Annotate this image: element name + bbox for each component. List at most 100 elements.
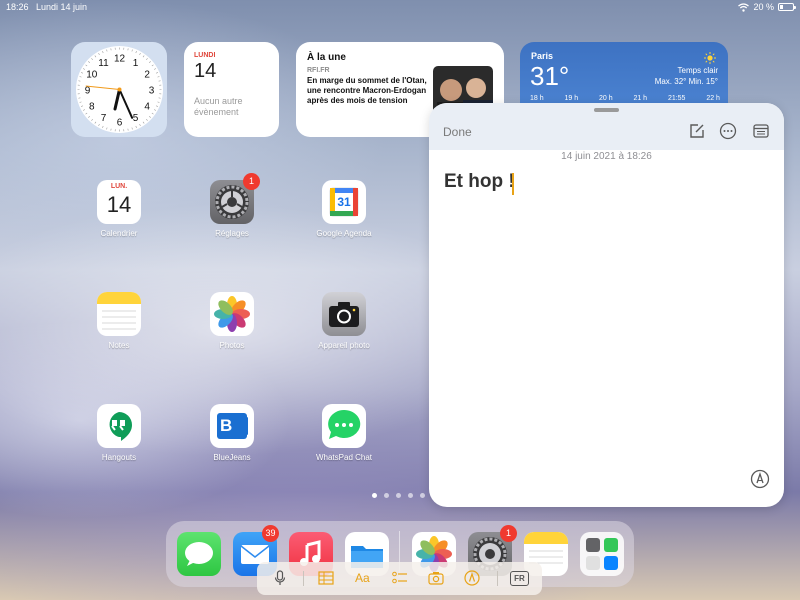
app-hangouts[interactable]: Hangouts [79,404,159,462]
clock-numeral: 3 [149,86,155,97]
hangouts-icon [97,404,141,448]
calendar-icon: LUN. 14 [97,180,141,224]
app-label: BlueJeans [213,453,251,462]
page-dot[interactable] [372,493,377,498]
notes-toolbar: Done [429,103,784,150]
shortcut-bar: Aa FR [257,562,542,595]
clock-tick [149,116,151,118]
app-bluejeans[interactable]: B BlueJeans [192,404,272,462]
clock-tick [149,61,151,63]
app-reglages[interactable]: 1 Réglages [192,173,272,238]
bar-separator [497,571,498,586]
clock-numeral: 9 [85,86,91,97]
clock-second-hand [85,85,120,90]
battery-percent: 20 % [753,2,774,12]
calendar-widget-weekday: LUNDI [194,52,216,59]
clock-numeral: 8 [89,102,95,113]
clock-numeral: 1 [133,58,139,69]
weather-hours: 18 h 19 h 20 h 21 h 21:55 22 h [530,95,720,102]
clock-tick [142,55,145,58]
clock-tick [135,125,137,128]
clock-tick [88,116,90,118]
weather-hour: 20 h [598,95,613,102]
page-dot[interactable] [408,493,413,498]
format-text-button[interactable]: Aa [355,571,370,585]
clock-tick [106,49,108,52]
weather-hour: 19 h [564,95,579,102]
clock-tick [157,101,160,103]
weather-hour: 21 h [633,95,648,102]
clock-tick [79,101,82,103]
checklist-icon[interactable] [392,571,408,585]
photos-icon [210,292,254,336]
calendar-widget[interactable]: LUNDI 14 Aucun autre évènement [184,42,279,137]
settings-badge: 1 [500,525,517,542]
bar-separator [303,571,304,586]
status-time: 18:26 [6,2,29,12]
page-dot[interactable] [420,493,425,498]
google-calendar-icon-text: 31 [337,195,351,209]
clock-tick [91,119,93,121]
calendar-icon-day: 14 [106,192,132,217]
weather-hour: 18 h [530,95,544,102]
app-whatspad-chat[interactable]: WhatsPad Chat [304,404,384,462]
clock-tick [153,68,157,70]
clock-numeral: 12 [114,54,126,65]
markup-icon[interactable] [750,469,770,489]
clock-tick [153,109,157,111]
bluejeans-icon-text: B [220,416,233,435]
app-label: Calendrier [100,229,138,238]
clock-tick [135,51,137,54]
wifi-icon [738,2,750,12]
clock-tick [151,64,154,67]
app-notes[interactable]: Notes [79,292,159,350]
clock-icon: 1234567891011 12 [77,47,162,132]
language-button[interactable]: FR [510,571,529,586]
clock-numeral: 4 [144,102,150,113]
calendar-widget-events: Aucun autre évènement [194,96,243,117]
app-google-agenda[interactable]: 31 Google Agenda [304,180,384,238]
clock-tick [98,123,100,127]
clock-tick [102,125,104,128]
app-photos[interactable]: Photos [192,292,272,350]
clock-tick [155,72,158,74]
app-calendrier[interactable]: LUN. 14 Calendrier [79,180,159,238]
table-icon[interactable] [318,571,334,585]
app-library-icon[interactable] [580,532,624,576]
messages-icon[interactable] [177,532,221,576]
note-title[interactable]: Et hop ! [444,171,515,193]
done-button[interactable]: Done [443,125,472,139]
page-dot[interactable] [396,493,401,498]
microphone-icon[interactable] [274,570,286,586]
status-bar: 18:26 Lundi 14 juin 20 % [0,0,800,14]
slide-over-grabber[interactable] [594,108,619,112]
clock-widget[interactable]: 1 2 3 4 5 6 7 8 9 10 11 12 [71,42,167,137]
clock-tick [81,72,84,74]
clock-tick [79,76,82,78]
page-dot[interactable] [384,493,389,498]
more-icon[interactable] [719,122,737,140]
clock-tick [139,52,141,56]
clock-tick [131,49,133,52]
google-calendar-icon: 31 [322,180,366,224]
camera-icon[interactable] [428,571,444,585]
notes-slide-over[interactable]: Done 14 juin 2021 à 18:26 Et hop ! [429,103,784,507]
clock-tick [85,64,88,67]
clock-numeral: 7 [101,113,107,124]
compose-icon[interactable] [688,122,706,140]
markup-pen-icon[interactable] [464,570,480,586]
weather-minmax: Max. 32° Min. 15° [654,77,718,86]
clock-tick [88,61,90,63]
clock-hour-hand [113,88,121,111]
sidebar-icon[interactable] [752,122,770,140]
clock-minute-hand [118,88,134,119]
calendar-icon-weekday: LUN. [110,183,128,190]
clock-tick [102,51,104,54]
news-heading: À la une [307,52,346,63]
weather-temperature: 31° [530,61,570,91]
page-indicator[interactable] [372,493,425,498]
app-label: Photos [219,341,245,350]
app-label: Appareil photo [318,341,370,350]
app-appareil-photo[interactable]: Appareil photo [304,292,384,350]
clock-tick [82,68,86,70]
